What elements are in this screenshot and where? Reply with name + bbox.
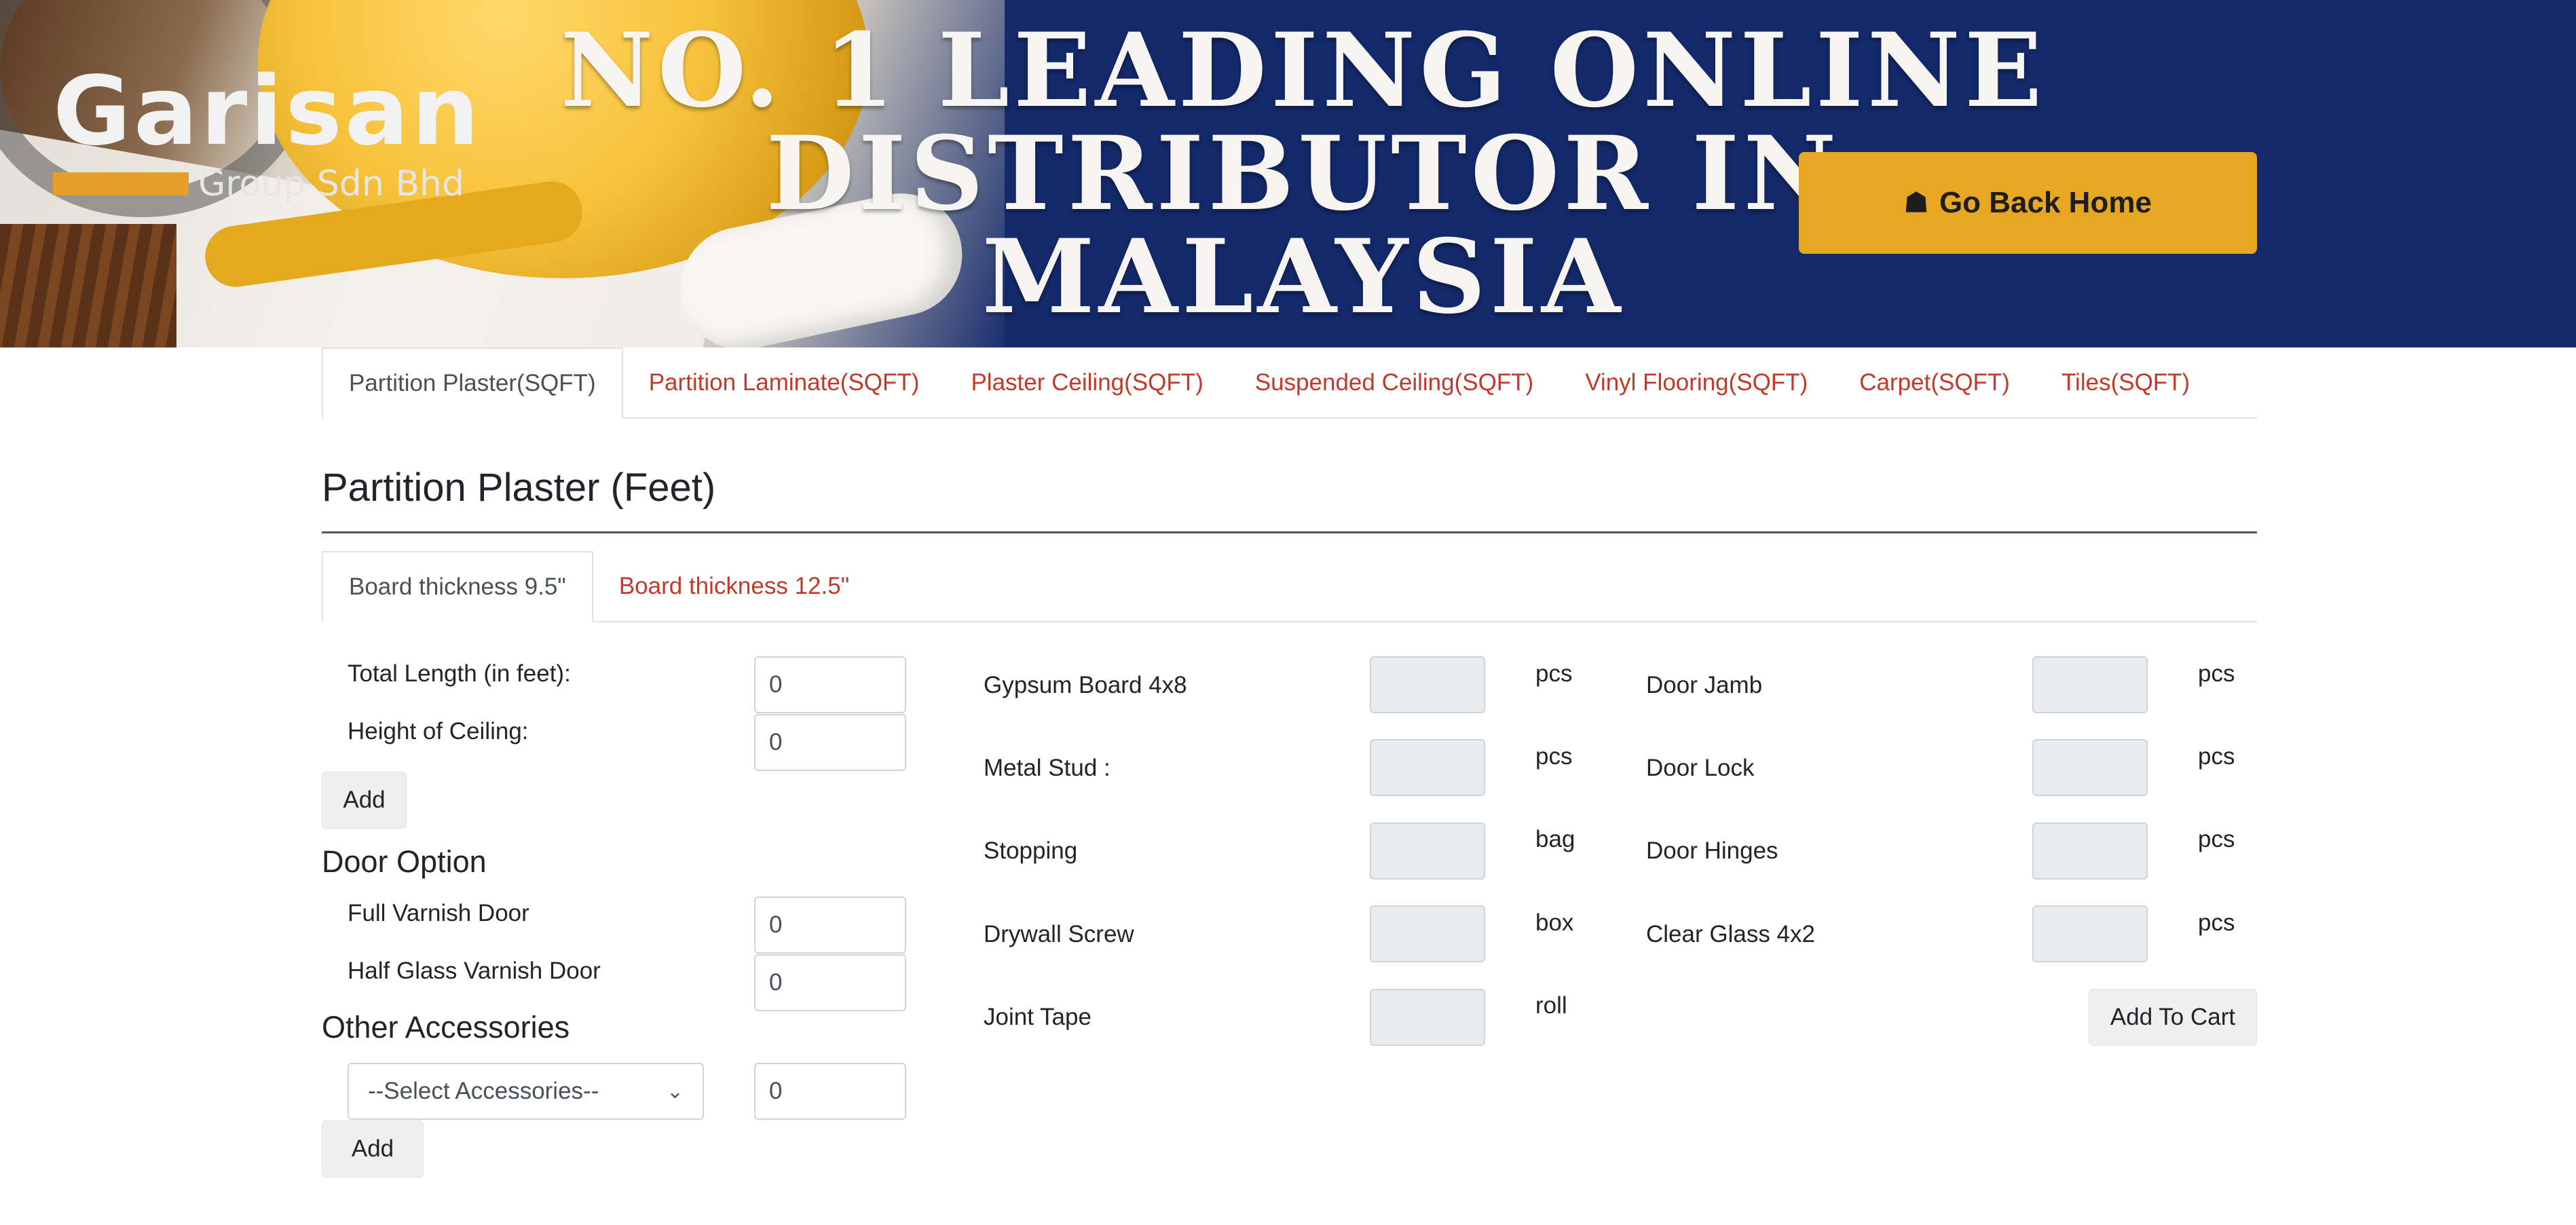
full-varnish-door-input[interactable] — [754, 897, 906, 954]
accessory-qty-input[interactable] — [754, 1063, 906, 1120]
board-thickness-tabs: Board thickness 9.5" Board thickness 12.… — [322, 551, 2257, 622]
go-back-home-label: Go Back Home — [1939, 186, 2152, 219]
material-unit: pcs — [2198, 909, 2235, 936]
add-dimensions-button[interactable]: Add — [322, 772, 407, 829]
material-name: Joint Tape — [984, 1004, 1091, 1030]
logo-accent-bar — [53, 172, 189, 195]
material-name: Door Jamb — [1646, 672, 1763, 698]
wood-graphic — [0, 224, 176, 347]
ceiling-height-input[interactable] — [754, 714, 906, 771]
tab-carpet[interactable]: Carpet(SQFT) — [1833, 347, 2036, 417]
material-unit: pcs — [2198, 660, 2235, 687]
section-title: Partition Plaster (Feet) — [322, 466, 716, 510]
accessories-select-value: --Select Accessories-- — [368, 1078, 599, 1104]
material-qty-field — [2032, 823, 2148, 880]
material-name: Drywall Screw — [984, 921, 1134, 947]
door-option-heading: Door Option — [322, 844, 487, 879]
logo-subtitle: Group Sdn Bhd — [198, 164, 464, 204]
chevron-down-icon: ⌄ — [666, 1080, 684, 1103]
total-length-label: Total Length (in feet): — [348, 660, 571, 687]
half-glass-door-input[interactable] — [754, 954, 906, 1011]
add-to-cart-button[interactable]: Add To Cart — [2089, 989, 2257, 1046]
tab-board-9-5[interactable]: Board thickness 9.5" — [322, 551, 593, 622]
material-unit: box — [1535, 909, 1574, 936]
material-unit: bag — [1535, 826, 1575, 852]
company-logo[interactable]: Garisan Group Sdn Bhd — [53, 64, 482, 204]
section-divider — [322, 531, 2257, 533]
half-glass-door-label: Half Glass Varnish Door — [348, 958, 601, 984]
material-qty-field — [2032, 905, 2148, 962]
full-varnish-door-label: Full Varnish Door — [348, 900, 529, 926]
material-unit: pcs — [1535, 660, 1573, 687]
material-name: Stopping — [984, 837, 1078, 864]
material-name: Gypsum Board 4x8 — [984, 672, 1187, 698]
material-unit: roll — [1535, 992, 1567, 1019]
home-icon: ☗ — [1904, 188, 1928, 218]
headline-line-1: NO. 1 LEADING ONLINE — [560, 11, 2047, 130]
ceiling-height-label: Height of Ceiling: — [348, 718, 529, 745]
tab-tiles[interactable]: Tiles(SQFT) — [2036, 347, 2216, 417]
material-qty-field — [2032, 656, 2148, 713]
material-qty-field — [2032, 739, 2148, 796]
tab-board-12-5[interactable]: Board thickness 12.5" — [593, 551, 875, 621]
material-unit: pcs — [1535, 743, 1573, 770]
tab-partition-laminate[interactable]: Partition Laminate(SQFT) — [623, 347, 946, 417]
material-name: Door Hinges — [1646, 837, 1778, 864]
tab-vinyl-flooring[interactable]: Vinyl Flooring(SQFT) — [1559, 347, 1833, 417]
material-qty-field — [1370, 656, 1485, 713]
tab-plaster-ceiling[interactable]: Plaster Ceiling(SQFT) — [945, 347, 1229, 417]
accessories-select[interactable]: --Select Accessories-- ⌄ — [348, 1063, 704, 1120]
material-name: Metal Stud : — [984, 755, 1110, 781]
other-accessories-heading: Other Accessories — [322, 1010, 570, 1044]
header-banner: Garisan Group Sdn Bhd NO. 1 LEADING ONLI… — [0, 0, 2576, 347]
add-accessory-button[interactable]: Add — [322, 1120, 424, 1177]
material-qty-field — [1370, 989, 1485, 1046]
material-qty-field — [1370, 823, 1485, 880]
tab-suspended-ceiling[interactable]: Suspended Ceiling(SQFT) — [1229, 347, 1559, 417]
tab-partition-plaster[interactable]: Partition Plaster(SQFT) — [322, 347, 623, 419]
material-name: Door Lock — [1646, 755, 1755, 781]
material-name: Clear Glass 4x2 — [1646, 921, 1815, 947]
go-back-home-button[interactable]: ☗ Go Back Home — [1799, 152, 2257, 254]
product-tabs: Partition Plaster(SQFT) Partition Lamina… — [322, 347, 2257, 419]
material-qty-field — [1370, 905, 1485, 962]
total-length-input[interactable] — [754, 656, 906, 713]
material-unit: pcs — [2198, 826, 2235, 852]
logo-name: Garisan — [53, 56, 482, 167]
material-qty-field — [1370, 739, 1485, 796]
material-unit: pcs — [2198, 743, 2235, 770]
